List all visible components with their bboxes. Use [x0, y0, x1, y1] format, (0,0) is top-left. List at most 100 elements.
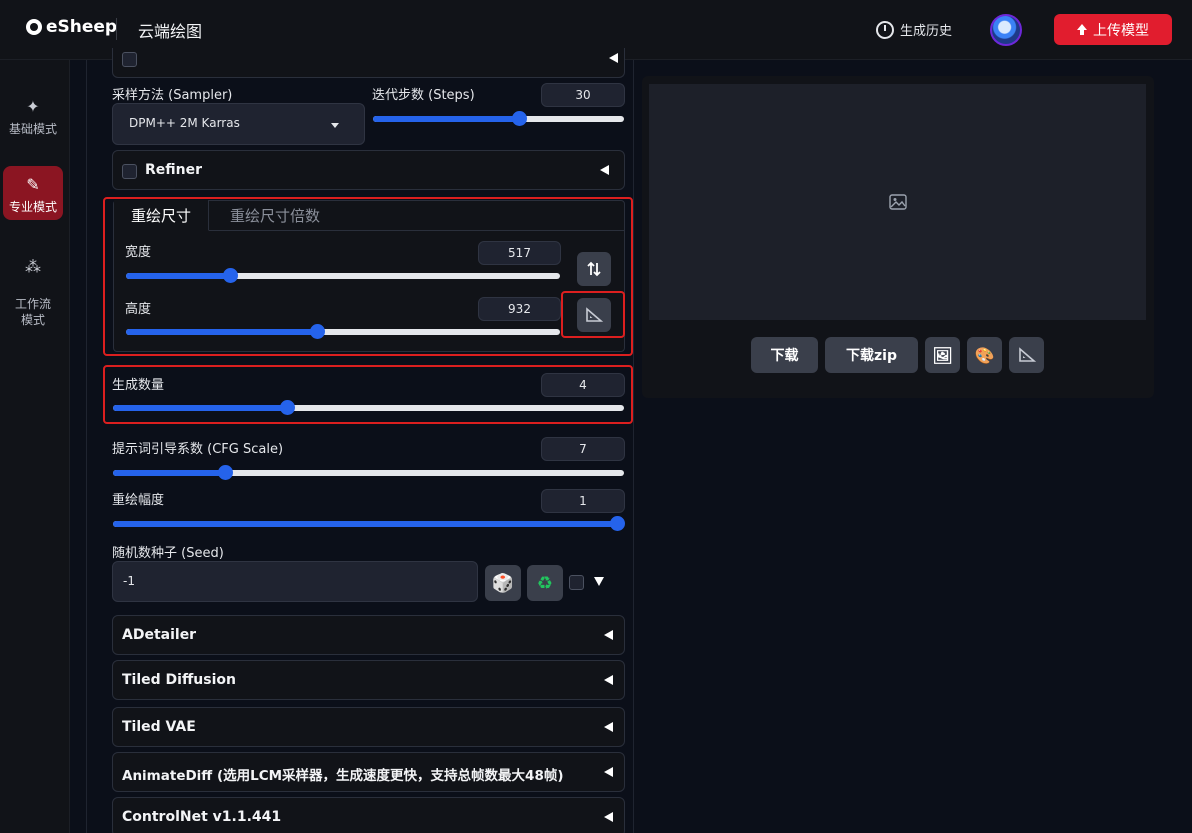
recycle-icon: ♻: [536, 572, 554, 594]
sparkle-icon: ✦: [26, 97, 40, 116]
sampler-dropdown[interactable]: DPM++ 2M Karras: [112, 103, 365, 145]
picture-icon: 🖼: [932, 345, 953, 365]
history-label: 生成历史: [900, 24, 953, 39]
swap-dimensions-button[interactable]: [577, 252, 611, 286]
accordion-label: Tiled Diffusion: [122, 672, 236, 688]
upload-model-button[interactable]: 上传模型: [1054, 14, 1172, 45]
sidebar-item-pro[interactable]: ✎ 专业模式: [3, 166, 63, 220]
logo[interactable]: eSheep: [26, 17, 117, 37]
slider-thumb[interactable]: [511, 111, 527, 126]
accordion-controlnet[interactable]: ControlNet v1.1.441: [112, 797, 625, 833]
slider-fill: [373, 116, 519, 122]
accordion-adetailer[interactable]: ADetailer: [112, 615, 625, 655]
expand-arrow-icon: [604, 675, 613, 685]
tab-divider: [209, 230, 625, 231]
aspect-ratio-button[interactable]: [577, 298, 611, 332]
triangle-ruler-icon: [586, 307, 604, 322]
sidebar-item-label: 工作流 模式: [14, 297, 51, 327]
slider-fill: [113, 470, 226, 476]
cfg-slider[interactable]: [113, 465, 624, 480]
slider-thumb[interactable]: [309, 324, 325, 339]
triangle-ruler-icon: [1018, 347, 1036, 362]
tab-size-scale[interactable]: 重绘尺寸倍数: [211, 200, 339, 230]
reuse-seed-button[interactable]: ♻: [527, 565, 563, 601]
sheep-logo-icon: [26, 19, 42, 35]
sidebar-item-label: 基础模式: [8, 122, 57, 136]
accordion-tiled-diffusion[interactable]: Tiled Diffusion: [112, 660, 625, 700]
height-input[interactable]: 932: [478, 297, 561, 321]
tab-label: 重绘尺寸倍数: [229, 206, 320, 225]
dice-icon: 🎲: [491, 572, 515, 594]
chevron-down-icon: [331, 123, 339, 128]
accordion-label: ADetailer: [122, 627, 197, 643]
cfg-label: 提示词引导系数 (CFG Scale): [112, 442, 284, 457]
slider-fill: [113, 521, 617, 527]
avatar[interactable]: [990, 14, 1022, 46]
image-placeholder-icon: [889, 194, 907, 210]
sidebar: ✦ 基础模式 ✎ 专业模式 ⁂ 工作流 模式: [0, 60, 70, 833]
slider-fill: [113, 405, 287, 411]
tab-size[interactable]: 重绘尺寸: [114, 200, 209, 231]
history-icon: [876, 20, 894, 39]
slider-fill: [126, 273, 231, 279]
random-seed-button[interactable]: 🎲: [485, 565, 521, 601]
history-button[interactable]: 生成历史: [876, 20, 952, 39]
width-input[interactable]: 517: [478, 241, 561, 265]
accordion-tiled-vae[interactable]: Tiled VAE: [112, 707, 625, 747]
slider-thumb[interactable]: [279, 400, 295, 415]
upload-icon: [1077, 24, 1087, 35]
sidebar-item-workflow[interactable]: ⁂ 工作流 模式: [3, 240, 63, 328]
height-slider[interactable]: [126, 324, 560, 339]
steps-label: 迭代步数 (Steps): [372, 88, 475, 103]
accordion-animatediff[interactable]: AnimateDiff (选用LCM采样器，生成速度更快，支持总帧数最大48帧): [112, 752, 625, 792]
sidebar-item-basic[interactable]: ✦ 基础模式: [3, 94, 63, 140]
divider: [116, 18, 117, 40]
denoise-input[interactable]: 1: [541, 489, 625, 513]
expand-arrow-icon[interactable]: [600, 165, 609, 175]
brush-icon: ✎: [26, 175, 40, 194]
expand-arrow-icon: [604, 630, 613, 640]
width-label: 宽度: [125, 245, 152, 260]
width-slider[interactable]: [126, 268, 560, 283]
expand-arrow-icon: [604, 767, 613, 777]
slider-fill: [126, 329, 317, 335]
workflow-icon: ⁂: [25, 257, 41, 276]
seed-input[interactable]: -1: [112, 561, 478, 602]
accordion-label: AnimateDiff (选用LCM采样器，生成速度更快，支持总帧数最大48帧): [122, 768, 564, 784]
refiner-checkbox[interactable]: [122, 164, 137, 179]
accordion-label: Tiled VAE: [122, 719, 196, 735]
accordion-label: ControlNet v1.1.441: [122, 809, 282, 825]
image-preview: [649, 84, 1146, 320]
section-checkbox[interactable]: [122, 52, 137, 67]
batch-count-input[interactable]: 4: [541, 373, 625, 397]
sampler-label: 采样方法 (Sampler): [112, 88, 233, 103]
seed-expand-icon[interactable]: [594, 577, 604, 586]
swap-icon: [587, 261, 601, 277]
steps-input[interactable]: 30: [541, 83, 625, 107]
seed-label: 随机数种子 (Seed): [112, 546, 224, 561]
send-to-extras-button[interactable]: [1009, 337, 1044, 373]
slider-thumb[interactable]: [610, 516, 625, 531]
denoise-slider[interactable]: [113, 516, 625, 531]
send-to-inpaint-button[interactable]: 🎨: [967, 337, 1002, 373]
sidebar-item-label: 专业模式: [8, 200, 57, 214]
denoise-label: 重绘幅度: [112, 493, 165, 508]
download-button[interactable]: 下载: [751, 337, 818, 373]
expand-arrow-icon: [604, 722, 613, 732]
batch-count-slider[interactable]: [113, 400, 624, 415]
seed-extra-checkbox[interactable]: [569, 575, 584, 590]
collapsed-section-top[interactable]: [112, 48, 625, 78]
palette-icon: 🎨: [974, 345, 995, 365]
seed-value: -1: [123, 574, 135, 588]
refiner-section[interactable]: Refiner: [112, 150, 625, 190]
steps-slider[interactable]: [373, 111, 624, 126]
download-zip-button[interactable]: 下载zip: [825, 337, 918, 373]
cfg-input[interactable]: 7: [541, 437, 625, 461]
sampler-value: DPM++ 2M Karras: [129, 116, 240, 130]
collapse-arrow-icon[interactable]: [609, 53, 618, 63]
send-to-img2img-button[interactable]: 🖼: [925, 337, 960, 373]
height-label: 高度: [125, 302, 152, 317]
tab-label: 重绘尺寸: [130, 206, 191, 225]
batch-count-label: 生成数量: [112, 378, 165, 393]
expand-arrow-icon: [604, 812, 613, 822]
